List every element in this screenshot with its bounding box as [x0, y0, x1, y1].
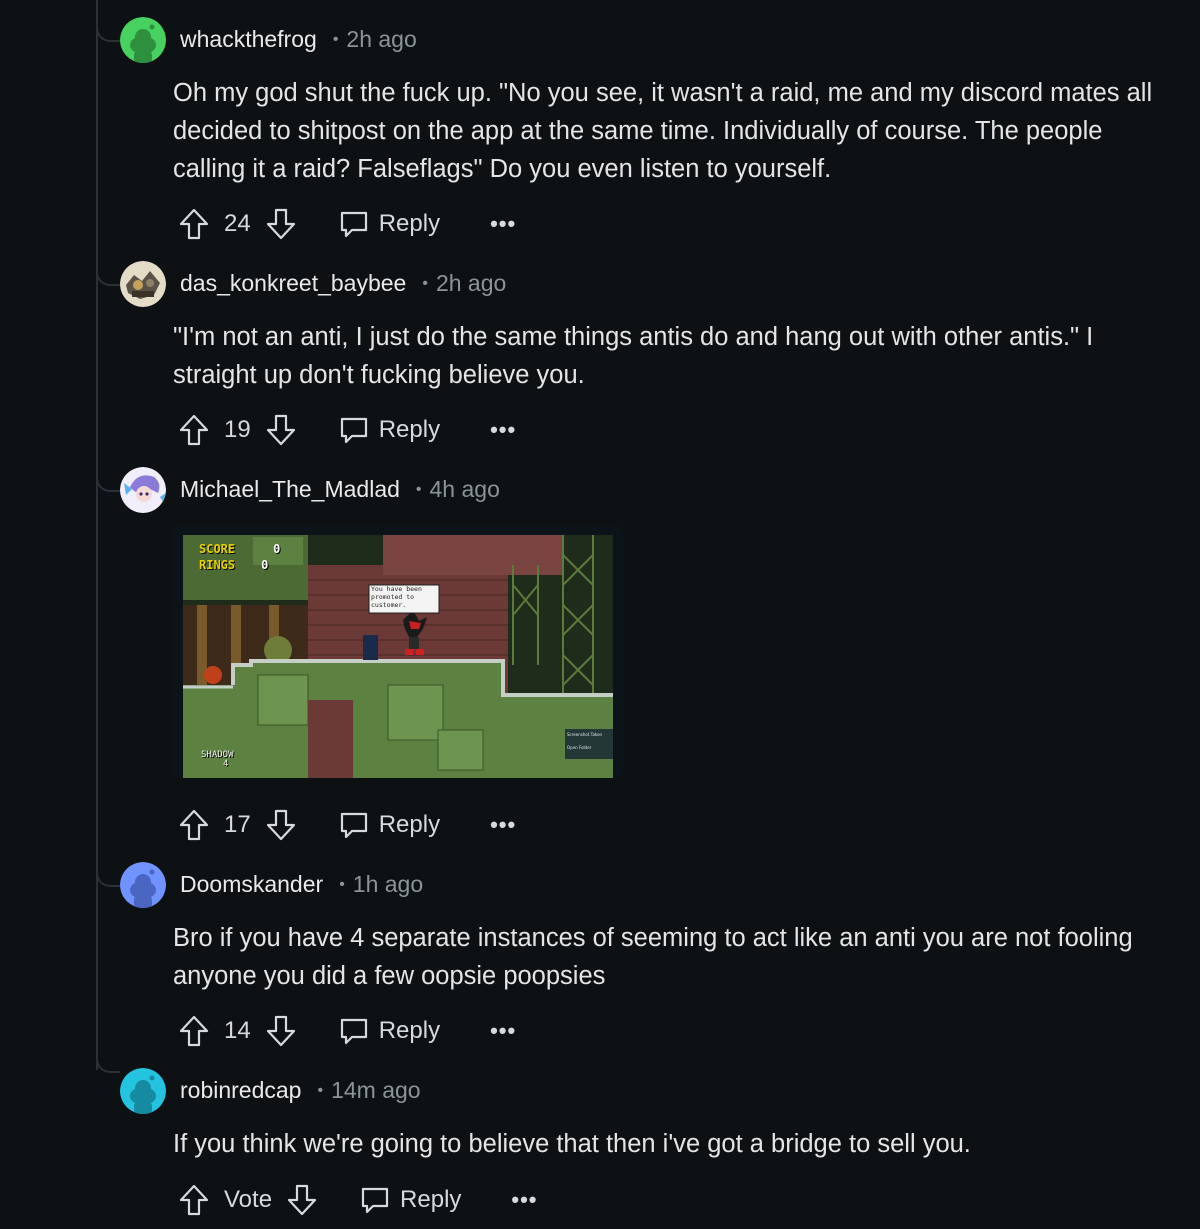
thread-elbow — [96, 470, 120, 492]
snoo-avatar-icon — [120, 467, 166, 513]
avatar[interactable] — [120, 17, 166, 63]
reply-button[interactable]: Reply — [339, 415, 440, 445]
screenshot-toast: Screenshot Taken Open Folder — [567, 731, 613, 751]
more-options-icon[interactable]: ••• — [490, 1018, 516, 1044]
reply-button[interactable]: Reply — [360, 1185, 461, 1215]
comment-meta: Doomskander • 1h ago — [180, 871, 423, 898]
vote-score: 24 — [224, 210, 251, 237]
separator-dot: • — [339, 875, 345, 893]
more-options-icon[interactable]: ••• — [490, 211, 516, 237]
hud-rings-label: RINGS — [199, 558, 236, 572]
snoo-avatar-icon — [120, 261, 166, 307]
downvote-icon[interactable] — [265, 1014, 297, 1048]
downvote-icon[interactable] — [286, 1183, 318, 1217]
comment-meta: robinredcap • 14m ago — [180, 1077, 421, 1104]
reply-button[interactable]: Reply — [339, 810, 440, 840]
vote-score: 17 — [224, 811, 251, 838]
timestamp: 4h ago — [429, 476, 500, 502]
timestamp: 2h ago — [435, 270, 507, 296]
game-hud: SCORE 0 RINGS 0 — [199, 541, 280, 573]
upvote-icon[interactable] — [178, 808, 210, 842]
username[interactable]: das_konkreet_baybee — [180, 270, 406, 297]
thread-elbow — [96, 1051, 120, 1073]
thread-line[interactable] — [96, 0, 98, 1070]
upvote-icon[interactable] — [178, 413, 210, 447]
comment-body: Oh my god shut the fuck up. "No you see,… — [173, 79, 1153, 183]
comment-body: "I'm not an anti, I just do the same thi… — [173, 323, 1094, 389]
reply-bubble-icon — [340, 211, 367, 238]
reply-bubble-icon — [361, 1187, 389, 1214]
reply-label: Reply — [378, 1017, 441, 1044]
comment-meta: whackthefrog • 2h ago — [180, 26, 417, 53]
reply-button[interactable]: Reply — [339, 209, 440, 239]
comment-meta: Michael_The_Madlad • 4h ago — [180, 476, 500, 503]
comment-actions: 19 Reply ••• — [178, 412, 516, 448]
vote-label: Vote — [224, 1186, 273, 1213]
separator-dot: • — [415, 480, 422, 498]
avatar[interactable] — [120, 862, 166, 908]
separator-dot: • — [317, 1081, 324, 1099]
reply-bubble-icon — [340, 417, 367, 444]
upvote-icon[interactable] — [178, 207, 210, 241]
comment-body: If you think we're going to believe that… — [173, 1130, 971, 1158]
hud-score-value: 0 — [273, 542, 281, 556]
thread-elbow — [96, 264, 120, 286]
lives-label: SHADOW — [201, 750, 234, 760]
avatar[interactable] — [120, 467, 166, 513]
reply-label: Reply — [378, 210, 441, 237]
timestamp: 14m ago — [331, 1077, 421, 1103]
vote-score: 19 — [224, 416, 251, 443]
snoo-avatar-icon — [120, 17, 166, 63]
reply-button[interactable]: Reply — [339, 1016, 440, 1046]
avatar[interactable] — [120, 1068, 166, 1114]
comment-actions: Vote Reply ••• — [178, 1182, 538, 1218]
reply-bubble-icon — [340, 1018, 367, 1045]
avatar[interactable] — [120, 261, 166, 307]
upvote-icon[interactable] — [178, 1014, 210, 1048]
thread-elbow — [96, 865, 120, 887]
username[interactable]: Michael_The_Madlad — [180, 476, 400, 503]
more-options-icon[interactable]: ••• — [511, 1187, 537, 1213]
game-dialog-text: You have been promoted to customer. — [371, 585, 422, 609]
username[interactable]: robinredcap — [180, 1077, 301, 1104]
attached-screenshot[interactable]: You have been promoted to customer. SCOR… — [173, 525, 623, 778]
timestamp: 2h ago — [346, 26, 417, 52]
comment-actions: 24 Reply ••• — [178, 206, 516, 242]
username[interactable]: whackthefrog — [180, 26, 317, 53]
vote-score: 14 — [224, 1017, 251, 1044]
reply-bubble-icon — [340, 812, 367, 839]
timestamp: 1h ago — [352, 871, 424, 897]
thread-elbow — [96, 20, 120, 42]
separator-dot: • — [332, 30, 339, 48]
reply-label: Reply — [378, 811, 441, 838]
reply-label: Reply — [400, 1186, 462, 1213]
downvote-icon[interactable] — [265, 413, 297, 447]
hud-score-label: SCORE — [199, 542, 236, 556]
comment-actions: 17 Reply ••• — [178, 807, 516, 843]
toast-title: Screenshot Taken — [567, 732, 603, 737]
downvote-icon[interactable] — [265, 808, 297, 842]
comment-actions: 14 Reply ••• — [178, 1013, 516, 1049]
lives-value: 4 — [223, 759, 229, 769]
snoo-avatar-icon — [120, 862, 166, 908]
separator-dot: • — [422, 274, 428, 292]
more-options-icon[interactable]: ••• — [490, 417, 516, 443]
username[interactable]: Doomskander — [180, 871, 323, 898]
upvote-icon[interactable] — [178, 1183, 210, 1217]
comment-meta: das_konkreet_baybee • 2h ago — [180, 270, 506, 297]
comment-body: Bro if you have 4 separate instances of … — [173, 924, 1133, 990]
game-lives: SHADOW 4 — [201, 751, 234, 769]
reply-label: Reply — [378, 416, 441, 443]
toast-button[interactable]: Open Folder — [567, 744, 613, 751]
downvote-icon[interactable] — [265, 207, 297, 241]
hud-rings-value: 0 — [261, 558, 269, 572]
snoo-avatar-icon — [120, 1068, 166, 1114]
more-options-icon[interactable]: ••• — [490, 812, 516, 838]
